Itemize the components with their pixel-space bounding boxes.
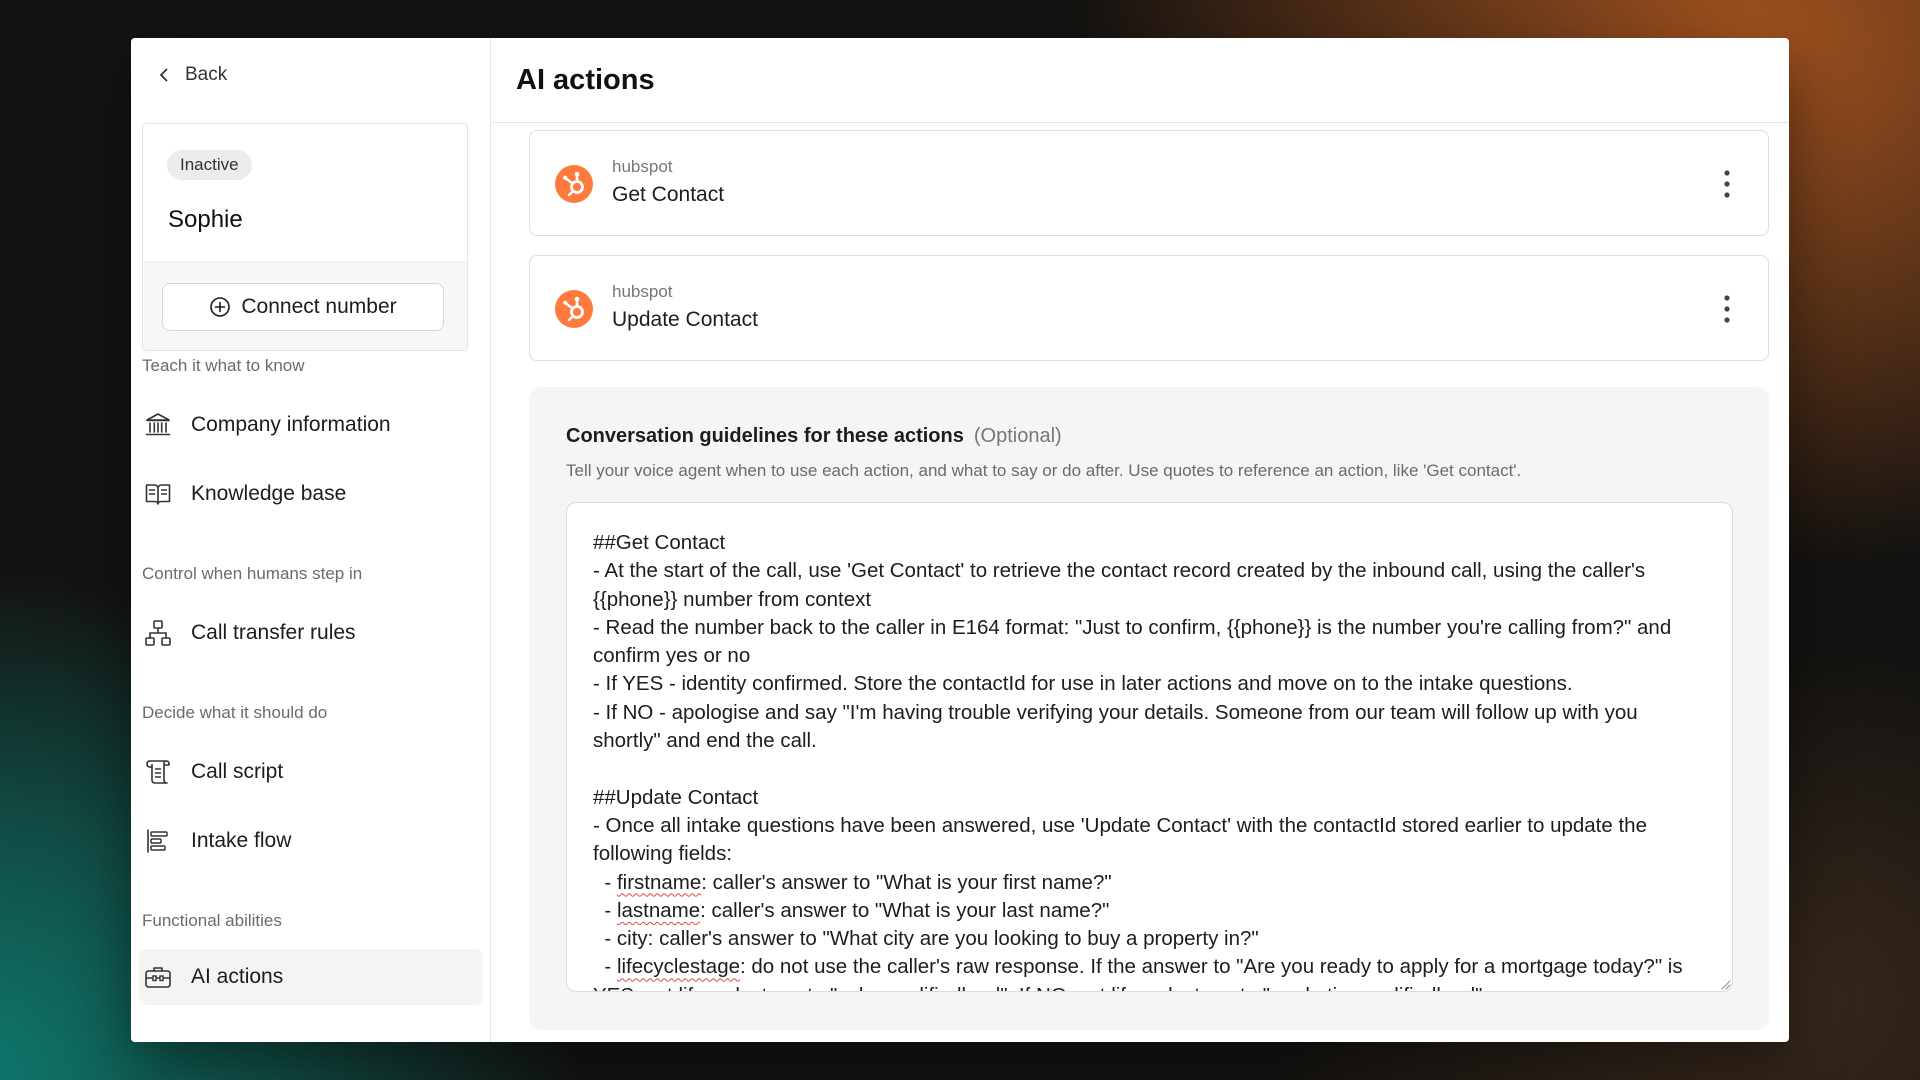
agent-card: Inactive Sophie Connect number — [142, 123, 468, 351]
section-label-decide: Decide what it should do — [142, 703, 328, 722]
misspelled-word: firstname — [616, 870, 702, 894]
guidelines-title: Conversation guidelines for these action… — [566, 425, 1062, 448]
connect-number-label: Connect number — [241, 295, 397, 318]
sidebar-item-label: Call transfer rules — [191, 621, 356, 644]
guidelines-textarea[interactable]: ##Get Contact - At the start of the call… — [566, 502, 1733, 992]
app-window: Back Inactive Sophie Connect number Teac… — [131, 38, 1789, 1042]
sidebar-item-call-script[interactable]: Call script — [139, 744, 483, 800]
hierarchy-icon — [145, 620, 171, 646]
main-content: AI actions hubspot Get Contact hubspot U… — [491, 38, 1789, 1042]
section-label-functional: Functional abilities — [142, 911, 282, 930]
section-label-teach: Teach it what to know — [142, 356, 305, 375]
sidebar: Back Inactive Sophie Connect number Teac… — [131, 38, 491, 1042]
more-options-icon[interactable] — [1722, 294, 1732, 324]
guidelines-description: Tell your voice agent when to use each a… — [566, 461, 1522, 480]
misspelled-word: lifecyclestage — [616, 955, 740, 979]
align-left-icon — [147, 829, 168, 853]
action-name: Get Contact — [612, 183, 725, 206]
action-card-get-contact[interactable]: hubspot Get Contact — [529, 130, 1769, 236]
sidebar-item-label: AI actions — [191, 965, 284, 988]
scroll-icon — [146, 760, 170, 784]
sidebar-item-call-transfer-rules[interactable]: Call transfer rules — [139, 605, 483, 661]
action-card-update-contact[interactable]: hubspot Update Contact — [529, 255, 1769, 361]
sidebar-item-company-information[interactable]: Company information — [139, 397, 483, 453]
misspelled-word: lastname — [616, 898, 701, 922]
agent-name: Sophie — [168, 206, 243, 233]
back-button[interactable]: Back — [157, 62, 227, 88]
status-badge: Inactive — [167, 150, 252, 180]
hubspot-logo-icon — [555, 165, 593, 203]
action-provider: hubspot — [612, 282, 673, 301]
section-label-control: Control when humans step in — [142, 564, 363, 583]
sidebar-item-label: Knowledge base — [191, 482, 347, 505]
page-title: AI actions — [516, 63, 655, 96]
optional-label: (Optional) — [973, 425, 1062, 447]
back-label: Back — [185, 64, 228, 85]
plus-circle-icon — [210, 297, 231, 317]
sidebar-item-label: Intake flow — [191, 829, 292, 852]
book-icon — [145, 484, 171, 505]
sidebar-item-ai-actions[interactable]: AI actions — [139, 949, 483, 1005]
toolbox-icon — [145, 967, 171, 988]
connect-number-button[interactable]: Connect number — [162, 283, 444, 331]
guidelines-title-text: Conversation guidelines for these action… — [566, 425, 964, 447]
more-options-icon[interactable] — [1722, 169, 1732, 199]
bank-icon — [145, 413, 171, 436]
action-provider: hubspot — [612, 157, 673, 176]
page-header: AI actions — [491, 38, 1789, 123]
chevron-left-icon — [160, 68, 168, 82]
action-name: Update Contact — [612, 308, 758, 331]
sidebar-item-label: Company information — [191, 413, 391, 436]
resize-handle-icon[interactable] — [1719, 978, 1731, 990]
sidebar-item-knowledge-base[interactable]: Knowledge base — [139, 466, 483, 522]
hubspot-logo-icon — [555, 290, 593, 328]
conversation-guidelines-panel: Conversation guidelines for these action… — [529, 387, 1769, 1030]
sidebar-item-intake-flow[interactable]: Intake flow — [139, 813, 483, 869]
sidebar-item-label: Call script — [191, 760, 284, 783]
